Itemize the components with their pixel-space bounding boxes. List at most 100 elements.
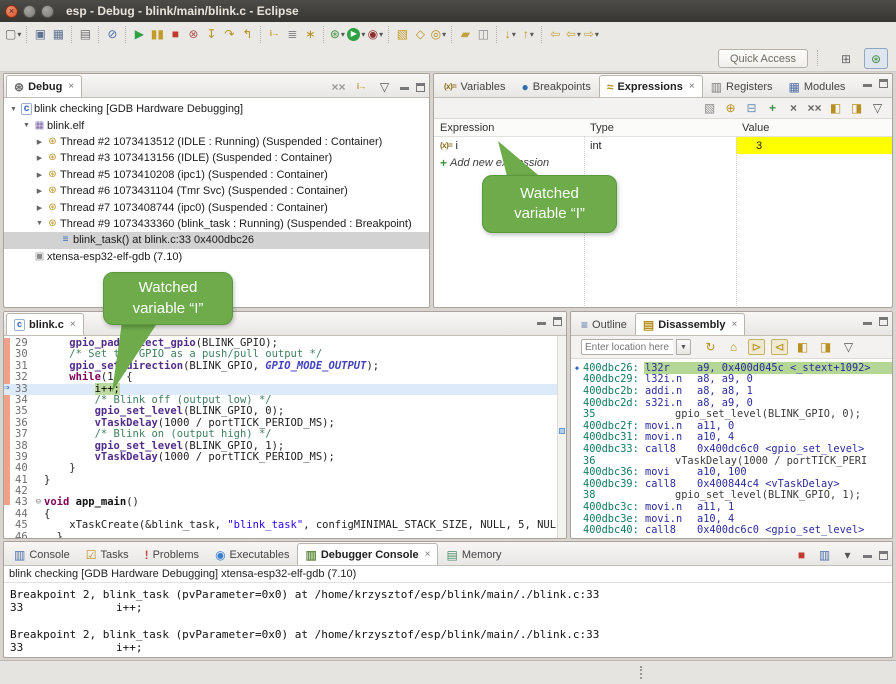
expander-icon[interactable]: ▶ bbox=[34, 204, 45, 212]
tab-blink-c[interactable]: cblink.c× bbox=[6, 313, 84, 335]
print-button[interactable]: ▤ bbox=[76, 25, 94, 43]
disassembly-line[interactable]: 36vTaskDelay(1000 / portTICK_PERI bbox=[571, 455, 892, 467]
pin-editor-button[interactable]: ◫ bbox=[474, 25, 492, 43]
close-tab-icon[interactable]: × bbox=[68, 81, 74, 92]
debug-tree-item[interactable]: ▶⊛Thread #3 1073413156 (IDLE) (Suspended… bbox=[4, 150, 429, 166]
expression-cell[interactable]: (x)=i bbox=[434, 137, 584, 154]
close-tab-icon[interactable]: × bbox=[731, 319, 737, 330]
create-watch-expression-button[interactable]: + bbox=[764, 100, 781, 116]
tab-registers[interactable]: ▥Registers bbox=[703, 75, 781, 97]
maximize-view-icon[interactable] bbox=[879, 551, 888, 560]
tab-debug[interactable]: ⊛Debug× bbox=[6, 75, 82, 97]
fold-marker-icon[interactable]: ⊖ bbox=[36, 497, 41, 508]
location-dropdown-icon[interactable]: ▼ bbox=[676, 339, 691, 355]
column-header-type[interactable]: Type bbox=[584, 122, 736, 134]
dropdown-arrow-icon[interactable]: ▾ bbox=[530, 30, 534, 39]
line-number[interactable]: 40 bbox=[4, 463, 44, 474]
disassembly-line[interactable]: 400dbc2b:addi.na8, a8, 1 bbox=[571, 385, 892, 397]
expander-icon[interactable]: ▼ bbox=[8, 106, 19, 113]
column-divider[interactable] bbox=[736, 137, 737, 308]
disassembly-line[interactable]: 400dbc2d:s32i.na8, a9, 0 bbox=[571, 397, 892, 409]
tab-expressions[interactable]: ≈Expressions× bbox=[599, 75, 703, 97]
show-source-button[interactable]: ≣ bbox=[283, 25, 301, 43]
coverage-button[interactable]: ◉▾ bbox=[366, 25, 384, 43]
window-maximize-icon[interactable] bbox=[41, 5, 54, 18]
overview-ruler[interactable] bbox=[557, 336, 566, 539]
expander-icon[interactable]: ▶ bbox=[34, 187, 45, 195]
open-perspective-button[interactable]: ⊞ bbox=[834, 48, 858, 69]
previous-annotation-button[interactable]: ↑▾ bbox=[519, 25, 537, 43]
instruction-stepping-button[interactable]: i→ bbox=[265, 25, 283, 43]
code-line[interactable]: 43⊖void app_main() bbox=[4, 497, 566, 508]
use-step-filters-button[interactable]: ∗ bbox=[301, 25, 319, 43]
new-project-button[interactable]: ▧ bbox=[393, 25, 411, 43]
display-console-button[interactable]: ▥ bbox=[816, 547, 833, 563]
save-button[interactable]: ▣ bbox=[31, 25, 49, 43]
expander-icon[interactable]: ▶ bbox=[34, 154, 45, 162]
terminate-console-button[interactable]: ■ bbox=[793, 547, 810, 563]
debug-tree-item[interactable]: ▼cblink checking [GDB Hardware Debugging… bbox=[4, 101, 429, 117]
debug-tree-item[interactable]: ▼⊛Thread #9 1073433360 (blink_task : Run… bbox=[4, 216, 429, 232]
detail-pane-button[interactable]: ◨ bbox=[848, 100, 865, 116]
external-tools-button[interactable]: ◎▾ bbox=[429, 25, 447, 43]
disassembly-line[interactable]: 400dbc2f:movi.na11, 0 bbox=[571, 420, 892, 432]
resume-button[interactable]: ▶ bbox=[130, 25, 148, 43]
debug-tree-item[interactable]: ▶⊛Thread #2 1073413512 (IDLE : Running) … bbox=[4, 134, 429, 150]
code-line[interactable]: 41} bbox=[4, 475, 566, 486]
home-button[interactable]: ⌂ bbox=[725, 339, 742, 355]
expander-icon[interactable]: ▶ bbox=[34, 171, 45, 179]
debug-tree-item[interactable]: ≡blink_task() at blink.c:33 0x400dbc26 bbox=[4, 232, 429, 248]
follow-execution-button[interactable]: ⊳ bbox=[748, 339, 765, 355]
suspend-button[interactable]: ▮▮ bbox=[148, 25, 166, 43]
tab-executables[interactable]: ◉Executables bbox=[207, 543, 297, 565]
disassembly-line[interactable]: 38gpio_set_level(BLINK_GPIO, 1); bbox=[571, 490, 892, 502]
close-tab-icon[interactable]: × bbox=[425, 549, 431, 560]
tab-memory[interactable]: ▤Memory bbox=[438, 543, 509, 565]
column-header-expression[interactable]: Expression bbox=[434, 122, 584, 134]
debug-tree-item[interactable]: ▶⊛Thread #6 1073431104 (Tmr Svc) (Suspen… bbox=[4, 183, 429, 199]
line-number[interactable]: 32 bbox=[4, 372, 44, 383]
disassembly-line[interactable]: 400dbc31:movi.na10, 4 bbox=[571, 432, 892, 444]
maximize-view-icon[interactable] bbox=[879, 79, 888, 88]
add-expression-row[interactable]: +Add new expression bbox=[434, 154, 892, 171]
dropdown-arrow-icon[interactable]: ▾ bbox=[442, 30, 446, 39]
add-expression-cell[interactable]: +Add new expression bbox=[434, 154, 584, 171]
tab-tasks[interactable]: ☑Tasks bbox=[78, 543, 137, 565]
skip-all-breakpoints-button[interactable]: ⊘ bbox=[103, 25, 121, 43]
refresh-button[interactable]: ↻ bbox=[702, 339, 719, 355]
show-logical-structure-button[interactable]: ⊕ bbox=[722, 100, 739, 116]
save-all-button[interactable]: ▦ bbox=[49, 25, 67, 43]
debug-tree-item[interactable]: ▣xtensa-esp32-elf-gdb (7.10) bbox=[4, 249, 429, 265]
view-menu-button[interactable]: ▽ bbox=[869, 100, 886, 116]
tab-disassembly[interactable]: ▤Disassembly× bbox=[635, 313, 745, 335]
step-over-button[interactable]: ↷ bbox=[220, 25, 238, 43]
value-cell[interactable]: 3 bbox=[736, 137, 892, 154]
dropdown-arrow-icon[interactable]: ▾ bbox=[595, 30, 599, 39]
code-line[interactable]: 39 vTaskDelay(1000 / portTICK_PERIOD_MS)… bbox=[4, 452, 566, 463]
code-line[interactable]: 40 } bbox=[4, 463, 566, 474]
collapse-all-button[interactable]: ⊟ bbox=[743, 100, 760, 116]
disassembly-line[interactable]: ◆400dbc26:l32ra9, 0x400d045c <_stext+109… bbox=[571, 362, 892, 374]
dropdown-arrow-icon[interactable]: ▾ bbox=[341, 30, 345, 39]
instruction-stepping-mode-button[interactable]: i→ bbox=[353, 79, 370, 95]
tab-outline[interactable]: ≡Outline bbox=[573, 313, 635, 335]
show-type-names-button[interactable]: ▧ bbox=[701, 100, 718, 116]
overview-ruler-marker[interactable] bbox=[559, 428, 565, 434]
maximize-view-icon[interactable] bbox=[553, 317, 562, 326]
dropdown-arrow-icon[interactable]: ▾ bbox=[17, 30, 21, 39]
debug-perspective-button[interactable]: ⊛ bbox=[864, 48, 888, 69]
forward-button[interactable]: ⇨▾ bbox=[582, 25, 600, 43]
quick-access-button[interactable]: Quick Access bbox=[718, 49, 808, 68]
window-close-icon[interactable]: × bbox=[5, 5, 18, 18]
last-edit-location-button[interactable]: ⇦ bbox=[546, 25, 564, 43]
type-cell[interactable]: int bbox=[584, 137, 736, 154]
debug-tree-item[interactable]: ▼▦blink.elf bbox=[4, 117, 429, 133]
tab-problems[interactable]: !Problems bbox=[137, 543, 207, 565]
dropdown-arrow-icon[interactable]: ▾ bbox=[379, 30, 383, 39]
disassembly-line[interactable]: 35gpio_set_level(BLINK_GPIO, 0); bbox=[571, 408, 892, 420]
close-tab-icon[interactable]: × bbox=[689, 81, 695, 92]
disassembly-line[interactable]: 400dbc3e:movi.na10, 4 bbox=[571, 513, 892, 525]
code-line[interactable]: 45 xTaskCreate(&blink_task, "blink_task"… bbox=[4, 520, 566, 531]
sync-selection-button[interactable]: ⊲ bbox=[771, 339, 788, 355]
view-menu-button[interactable]: ▽ bbox=[376, 79, 393, 95]
